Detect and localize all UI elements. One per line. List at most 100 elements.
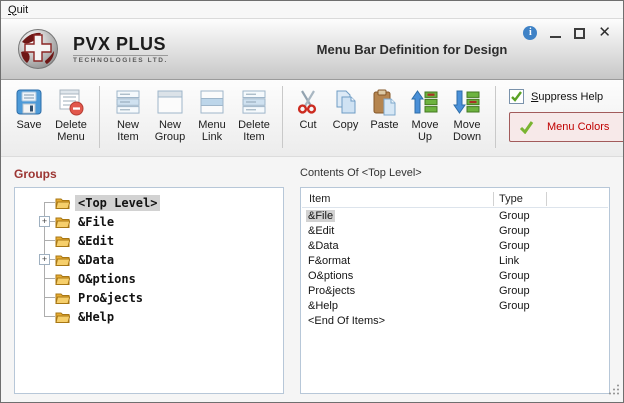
tree-item-data[interactable]: &Data — [15, 250, 283, 269]
menu-quit[interactable]: Quit — [8, 4, 28, 16]
toolbar-button-label: New Group — [150, 119, 190, 144]
resize-grip[interactable] — [609, 382, 620, 400]
close-icon[interactable]: ✕ — [598, 26, 611, 40]
grid-row[interactable]: &Help Group — [301, 298, 609, 313]
paste-button[interactable]: Paste — [366, 85, 403, 131]
tree-item-label: &Help — [75, 309, 117, 325]
type-cell: Group — [494, 270, 554, 282]
grid-header: Item Type — [302, 191, 608, 208]
logo-line1: PVX PLUS — [73, 35, 168, 53]
toolbar-button-label: Menu Link — [192, 119, 232, 144]
menu-items-icon — [115, 87, 141, 117]
folder-icon — [55, 311, 70, 323]
grid-row[interactable]: Pro&jects Group — [301, 283, 609, 298]
toolbar-button-label: Move Down — [447, 119, 487, 144]
tree-connector — [44, 297, 55, 298]
expand-icon[interactable] — [39, 254, 50, 265]
suppress-help-checkbox[interactable] — [509, 89, 524, 104]
check-icon — [519, 121, 534, 134]
link-band-icon — [199, 87, 225, 117]
suppress-help-label[interactable]: Suppress Help — [531, 91, 603, 103]
logo-line2: TECHNOLOGIES LTD. — [73, 55, 168, 64]
window-controls: i ✕ — [523, 26, 611, 40]
toolbar-button-label: Save — [16, 119, 41, 131]
tree-item-label: O&ptions — [75, 271, 139, 287]
tree-item-help[interactable]: &Help — [15, 307, 283, 326]
menu-bar: Quit — [1, 1, 623, 19]
toolbar: Save Delete Menu — [1, 80, 623, 157]
group-window-icon — [156, 87, 184, 117]
copy-pages-icon — [333, 87, 359, 117]
folder-icon — [55, 197, 70, 209]
toolbar-button-label: Copy — [333, 119, 359, 131]
tree-connector — [44, 202, 55, 203]
tree-item-file[interactable]: &File — [15, 212, 283, 231]
groups-tree-panel: <Top Level> &File — [14, 187, 284, 394]
tree-item-options[interactable]: O&ptions — [15, 269, 283, 288]
grid-row[interactable]: &File Group — [301, 208, 609, 223]
suppress-help-row: Suppress Help — [509, 89, 624, 104]
grid-row[interactable]: F&ormat Link — [301, 253, 609, 268]
cut-button[interactable]: Cut — [291, 85, 325, 131]
folder-icon — [55, 216, 70, 228]
move-up-button[interactable]: Move Up — [405, 85, 445, 144]
folder-icon — [55, 273, 70, 285]
tree-item-edit[interactable]: &Edit — [15, 231, 283, 250]
toolbar-button-label: New Item — [108, 119, 148, 144]
item-cell: O&ptions — [306, 270, 355, 282]
expand-icon[interactable] — [39, 216, 50, 227]
new-group-button[interactable]: New Group — [150, 85, 190, 144]
toolbar-button-label: Delete Menu — [51, 119, 91, 144]
groups-label: Groups — [14, 167, 284, 184]
grid-row[interactable]: O&ptions Group — [301, 268, 609, 283]
item-cell: <End Of Items> — [306, 315, 387, 327]
pvx-logo: PVX PLUS TECHNOLOGIES LTD. — [1, 28, 261, 70]
tree-connector — [44, 240, 55, 241]
toolbar-separator — [495, 86, 496, 148]
contents-grid: Item Type &File Group &Edit Group &Data … — [301, 188, 609, 328]
menu-colors-label: Menu Colors — [547, 121, 609, 133]
minimize-icon[interactable] — [550, 36, 561, 38]
logo-text: PVX PLUS TECHNOLOGIES LTD. — [73, 35, 168, 64]
copy-button[interactable]: Copy — [327, 85, 364, 131]
grid-row[interactable]: <End Of Items> — [301, 313, 609, 328]
save-button[interactable]: Save — [9, 85, 49, 131]
toolbar-button-label: Paste — [370, 119, 398, 131]
item-cell: &File — [306, 210, 335, 222]
tree-item-label: &File — [75, 214, 117, 230]
maximize-icon[interactable] — [574, 28, 585, 39]
grid-row[interactable]: &Data Group — [301, 238, 609, 253]
app-window: Quit PVX PLUS TECHNOLOGIES LTD. Me — [0, 0, 624, 403]
item-cell: &Data — [306, 240, 341, 252]
delete-item-button[interactable]: Delete Item — [234, 85, 274, 144]
tree-item-label: Pro&jects — [75, 290, 146, 306]
type-cell: Group — [494, 300, 554, 312]
arrow-down-bars-icon — [453, 87, 481, 117]
type-cell: Group — [494, 285, 554, 297]
menu-link-button[interactable]: Menu Link — [192, 85, 232, 144]
delete-menu-button[interactable]: Delete Menu — [51, 85, 91, 144]
new-item-button[interactable]: New Item — [108, 85, 148, 144]
move-down-button[interactable]: Move Down — [447, 85, 487, 144]
content-area: Groups <Top Level> — [1, 157, 623, 394]
folder-icon — [55, 235, 70, 247]
toolbar-right-group: Suppress Help Menu Colors — [509, 85, 624, 142]
groups-tree: <Top Level> &File — [15, 188, 283, 393]
type-cell: Group — [494, 225, 554, 237]
grid-row[interactable]: &Edit Group — [301, 223, 609, 238]
scissors-icon — [296, 87, 320, 117]
tree-connector — [44, 278, 55, 279]
info-icon[interactable]: i — [523, 26, 537, 40]
contents-section: Contents Of <Top Level> Item Type &File … — [300, 167, 610, 394]
tree-item-label: &Data — [75, 252, 117, 268]
toolbar-button-label: Move Up — [405, 119, 445, 144]
page-title: Menu Bar Definition for Design — [261, 42, 623, 57]
tree-item-projects[interactable]: Pro&jects — [15, 288, 283, 307]
folder-icon — [55, 254, 70, 266]
menu-colors-button[interactable]: Menu Colors — [509, 112, 624, 142]
title-bar: PVX PLUS TECHNOLOGIES LTD. Menu Bar Defi… — [1, 19, 623, 80]
tree-item-top-level[interactable]: <Top Level> — [15, 193, 283, 212]
column-header-item[interactable]: Item — [302, 192, 494, 206]
arrow-up-bars-icon — [411, 87, 439, 117]
column-header-type[interactable]: Type — [494, 192, 547, 206]
